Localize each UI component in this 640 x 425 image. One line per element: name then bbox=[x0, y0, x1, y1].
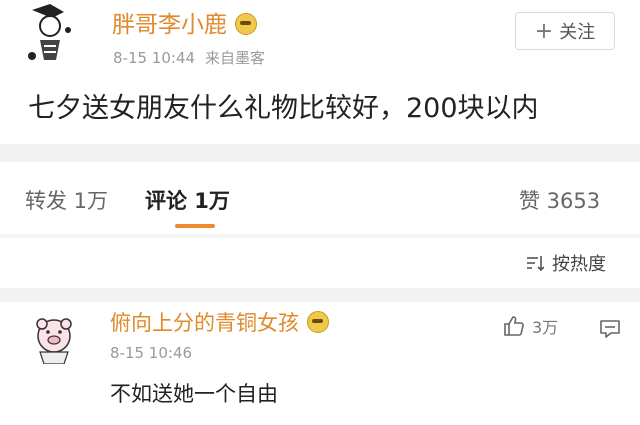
emoji-icon bbox=[307, 311, 329, 333]
sort-button[interactable]: 按热度 bbox=[526, 250, 606, 276]
tab-comment[interactable]: 评论 1万 bbox=[145, 185, 230, 215]
sort-label: 按热度 bbox=[552, 254, 606, 275]
post-text: 七夕送女朋友什么礼物比较好，200块以内 bbox=[28, 93, 539, 124]
comment-like-button[interactable]: 3万 bbox=[502, 314, 558, 338]
active-tab-indicator bbox=[175, 224, 215, 228]
comment-author-name[interactable]: 俯向上分的青铜女孩 bbox=[110, 307, 329, 337]
comment-author-text[interactable]: 俯向上分的青铜女孩 bbox=[110, 311, 299, 335]
post-source: 来自墨客 bbox=[205, 49, 266, 67]
tab-likes[interactable]: 赞 3653 bbox=[519, 185, 600, 215]
tab-repost[interactable]: 转发 1万 bbox=[25, 185, 108, 215]
post-time: 8-15 10:44 bbox=[113, 49, 196, 67]
reply-icon[interactable] bbox=[598, 317, 622, 341]
comment-author-avatar[interactable] bbox=[30, 314, 78, 364]
section-divider bbox=[0, 144, 640, 162]
follow-label: 关注 bbox=[559, 22, 596, 43]
post-author-text[interactable]: 胖哥李小鹿 bbox=[112, 12, 227, 38]
post-author-name[interactable]: 胖哥李小鹿 bbox=[112, 5, 257, 39]
comment-text: 不如送她一个自由 bbox=[110, 382, 278, 406]
post-meta: 8-15 10:44 来自墨客 bbox=[113, 47, 275, 68]
thumbs-up-icon bbox=[504, 316, 524, 336]
plus-icon: + bbox=[534, 18, 554, 44]
tabs-divider bbox=[0, 234, 640, 238]
sort-icon bbox=[527, 256, 544, 271]
comment-like-count: 3万 bbox=[532, 318, 559, 337]
comment-time: 8-15 10:46 bbox=[110, 344, 193, 362]
post-author-avatar[interactable] bbox=[22, 0, 78, 66]
follow-button[interactable]: + 关注 bbox=[515, 12, 615, 50]
comments-divider bbox=[0, 288, 640, 302]
emoji-icon bbox=[235, 12, 257, 35]
